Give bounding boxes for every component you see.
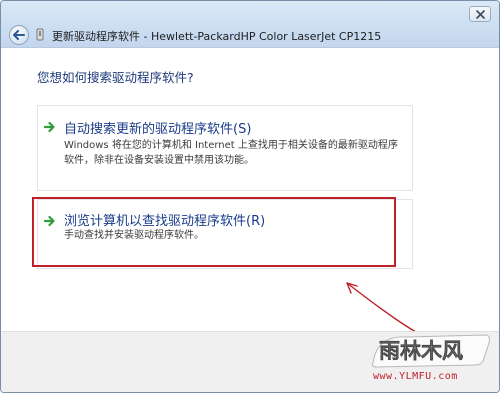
option-browse-computer[interactable]: 浏览计算机以查找驱动程序软件(R) 手动查找并安装驱动程序软件。 <box>37 199 413 269</box>
window-title: 更新驱动程序软件 - Hewlett-PackardHP Color Laser… <box>52 30 382 43</box>
option-auto-search-description: Windows 将在您的计算机和 Internet 上查找用于相关设备的最新驱动… <box>64 140 398 166</box>
title-bar: 更新驱动程序软件 - Hewlett-PackardHP Color Laser… <box>1 1 499 48</box>
back-arrow-icon <box>13 30 25 40</box>
close-button[interactable] <box>469 6 491 22</box>
option-auto-search[interactable]: 自动搜索更新的驱动程序软件(S) Windows 将在您的计算机和 Intern… <box>37 105 413 191</box>
back-button[interactable] <box>9 25 29 45</box>
dialog-footer <box>1 331 499 392</box>
page-heading: 您想如何搜索驱动程序软件? <box>37 70 194 85</box>
green-arrow-icon <box>44 215 55 227</box>
option-auto-search-title: 自动搜索更新的驱动程序软件(S) <box>64 122 252 137</box>
option-browse-computer-title: 浏览计算机以查找驱动程序软件(R) <box>64 214 266 229</box>
option-browse-computer-description: 手动查找并安装驱动程序软件。 <box>64 230 204 241</box>
device-icon <box>36 28 44 41</box>
close-icon <box>475 9 485 19</box>
green-arrow-icon <box>44 121 55 133</box>
dialog-window: 更新驱动程序软件 - Hewlett-PackardHP Color Laser… <box>0 0 500 393</box>
